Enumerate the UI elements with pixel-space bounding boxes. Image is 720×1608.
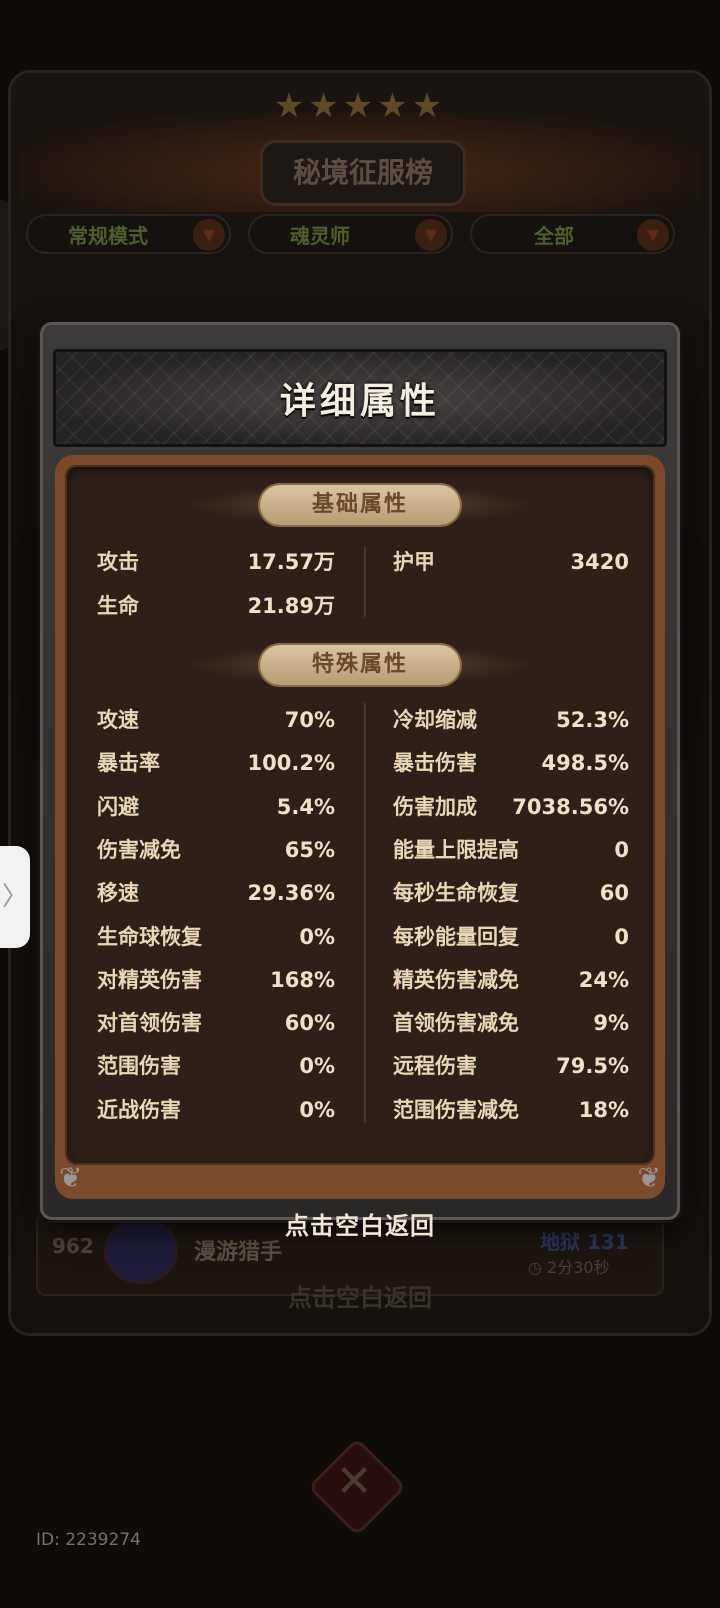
stat-value: 60% <box>284 1011 335 1036</box>
stat-label: 护甲 <box>393 550 435 574</box>
stat-value: 7038.56% <box>512 794 629 819</box>
attribute-panel-inner: 基础属性 攻击 17.57万 生命 21.89万 护甲 3420 特殊属性 攻速… <box>65 465 655 1165</box>
chevron-right-icon: 〉 <box>1 882 28 912</box>
stat-label: 范围伤害 <box>97 1054 181 1079</box>
stat-value: 17.57万 <box>247 550 335 574</box>
stat-label: 远程伤害 <box>393 1054 477 1079</box>
stat-row: 生命 21.89万 <box>97 589 335 623</box>
stat-row: 攻速 70% <box>97 703 335 737</box>
attribute-modal: 详细属性 基础属性 攻击 17.57万 生命 21.89万 护甲 3420 特殊… <box>40 322 680 1220</box>
stat-value: 60 <box>599 881 629 906</box>
stat-row: 移速 29.36% <box>97 876 335 910</box>
filter-scope-dropdown[interactable]: 全部 ▼ <box>470 214 675 254</box>
modal-title: 详细属性 <box>279 381 440 422</box>
stat-label: 生命 <box>97 594 139 618</box>
stat-label: 伤害减免 <box>97 837 181 862</box>
filter-mode-label: 常规模式 <box>68 224 148 248</box>
stat-value: 70% <box>284 708 335 732</box>
stat-row: 每秒生命恢复 60 <box>393 876 629 910</box>
triangle-down-icon: ▼ <box>193 219 225 251</box>
stat-label: 近战伤害 <box>97 1097 181 1122</box>
stat-value: 9% <box>593 1011 629 1036</box>
stat-label: 每秒生命恢复 <box>393 881 519 906</box>
filter-class-label: 魂灵师 <box>290 224 350 248</box>
stat-value: 24% <box>578 967 629 992</box>
stat-value: 100.2% <box>247 751 335 776</box>
stat-value: 168% <box>270 967 335 992</box>
triangle-down-icon: ▼ <box>415 219 447 251</box>
modal-header: 详细属性 <box>53 349 667 447</box>
leaderboard-time-value: 2分30秒 <box>547 1258 610 1277</box>
triangle-down-icon: ▼ <box>637 219 669 251</box>
stat-row: 近战伤害 0% <box>97 1093 335 1127</box>
stat-row: 暴击伤害 498.5% <box>393 746 629 780</box>
stat-row: 范围伤害减免 18% <box>393 1093 629 1127</box>
leaderboard-title: 秘境征服榜 <box>260 140 466 206</box>
leaderboard-time: ◷ 2分30秒 <box>528 1258 610 1277</box>
column-divider <box>364 703 366 1123</box>
stat-label: 精英伤害减免 <box>393 967 519 992</box>
basic-section-title: 基础属性 <box>260 485 460 525</box>
stat-label: 移速 <box>97 881 139 906</box>
stat-label: 能量上限提高 <box>393 837 519 862</box>
stat-row: 伤害加成 7038.56% <box>393 790 629 824</box>
stat-label: 对首领伤害 <box>97 1011 202 1036</box>
stat-value: 0% <box>299 1097 335 1122</box>
filter-scope-label: 全部 <box>534 224 574 248</box>
stat-value: 0% <box>299 924 335 949</box>
stat-value: 21.89万 <box>247 594 335 618</box>
player-id: ID: 2239274 <box>36 1530 141 1550</box>
stat-value: 0 <box>614 837 629 862</box>
stat-value: 79.5% <box>556 1054 629 1079</box>
stat-row: 对精英伤害 168% <box>97 963 335 997</box>
side-drawer-tab[interactable]: 〉 <box>0 846 30 948</box>
stat-row: 攻击 17.57万 <box>97 545 335 579</box>
special-section-title: 特殊属性 <box>260 645 460 685</box>
stat-row: 暴击率 100.2% <box>97 746 335 780</box>
stat-value: 0 <box>614 924 629 949</box>
stat-row: 范围伤害 0% <box>97 1049 335 1083</box>
stat-value: 52.3% <box>556 708 629 732</box>
stat-row: 护甲 3420 <box>393 545 629 579</box>
stat-row: 生命球恢复 0% <box>97 920 335 954</box>
stat-label: 闪避 <box>97 794 139 819</box>
background-return-hint: 点击空白返回 <box>288 1284 432 1312</box>
stat-row: 能量上限提高 0 <box>393 833 629 867</box>
stat-row: 闪避 5.4% <box>97 790 335 824</box>
stat-label: 每秒能量回复 <box>393 924 519 949</box>
attribute-panel: 基础属性 攻击 17.57万 生命 21.89万 护甲 3420 特殊属性 攻速… <box>55 455 665 1199</box>
stat-label: 暴击伤害 <box>393 751 477 776</box>
stat-value: 29.36% <box>247 881 335 906</box>
stat-value: 498.5% <box>541 751 629 776</box>
stat-row: 首领伤害减免 9% <box>393 1006 629 1040</box>
stat-value: 65% <box>284 837 335 862</box>
stars-icon: ★★★★★ <box>273 86 447 126</box>
stat-label: 对精英伤害 <box>97 967 202 992</box>
close-x-icon: ✕ <box>335 1456 373 1507</box>
filter-mode-dropdown[interactable]: 常规模式 ▼ <box>26 214 231 254</box>
stat-label: 生命球恢复 <box>97 924 202 949</box>
return-hint[interactable]: 点击空白返回 <box>0 1206 720 1241</box>
stat-label: 伤害加成 <box>393 794 477 819</box>
stat-label: 范围伤害减免 <box>393 1097 519 1122</box>
stat-row: 对首领伤害 60% <box>97 1006 335 1040</box>
stat-label: 攻击 <box>97 550 139 574</box>
stat-label: 攻速 <box>97 708 139 732</box>
filter-class-dropdown[interactable]: 魂灵师 ▼ <box>248 214 453 254</box>
stat-row: 远程伤害 79.5% <box>393 1049 629 1083</box>
corner-ornament-icon: ❦ <box>637 1161 661 1194</box>
stat-row: 冷却缩减 52.3% <box>393 703 629 737</box>
stat-value: 0% <box>299 1054 335 1079</box>
stat-row: 每秒能量回复 0 <box>393 920 629 954</box>
stat-row: 伤害减免 65% <box>97 833 335 867</box>
corner-ornament-icon: ❦ <box>59 1161 83 1194</box>
stat-label: 首领伤害减免 <box>393 1011 519 1036</box>
stat-value: 3420 <box>570 550 629 574</box>
column-divider <box>364 547 366 617</box>
stat-value: 5.4% <box>276 794 335 819</box>
stat-label: 冷却缩减 <box>393 708 477 732</box>
stat-value: 18% <box>578 1097 629 1122</box>
stat-label: 暴击率 <box>97 751 160 776</box>
stat-row: 精英伤害减免 24% <box>393 963 629 997</box>
